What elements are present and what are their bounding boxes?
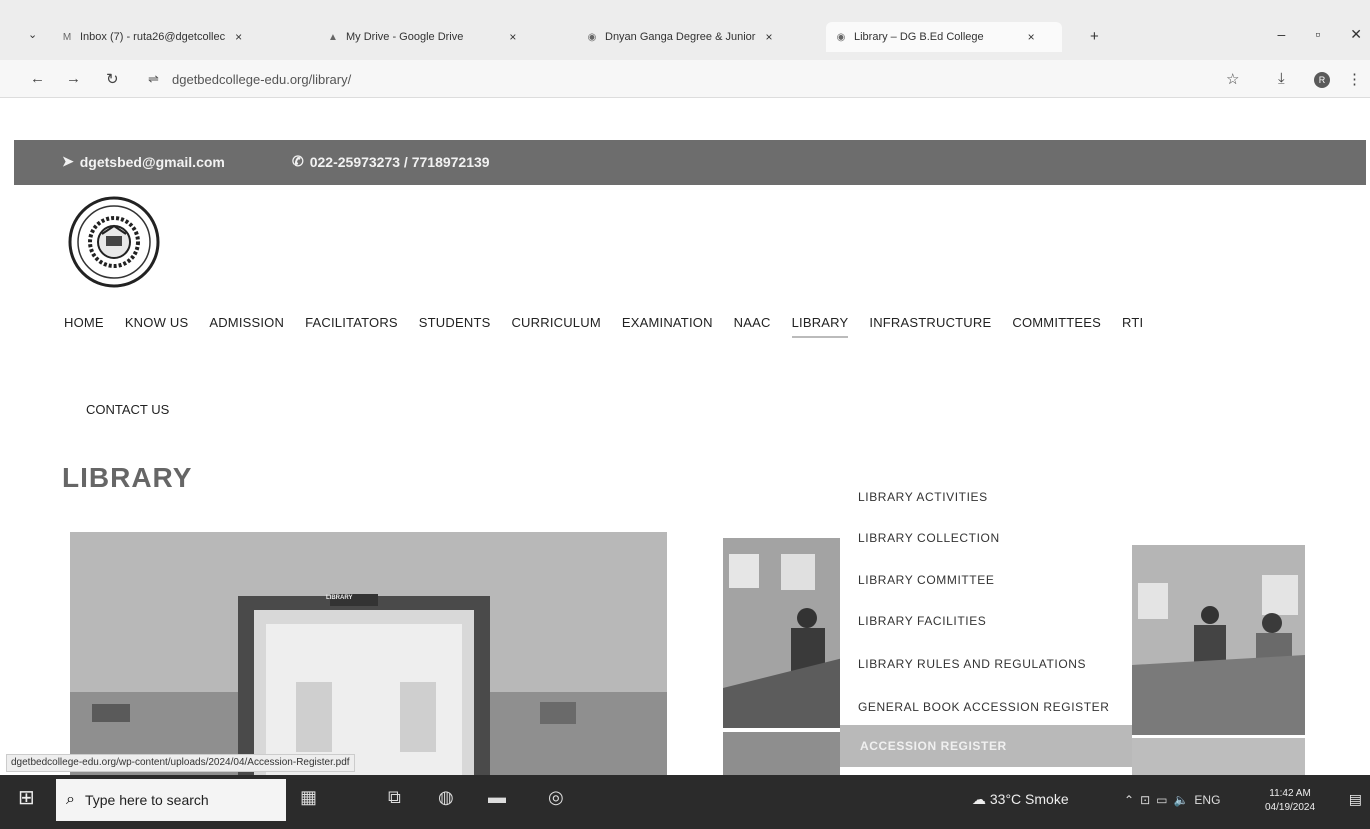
phone-contact[interactable]: ✆ 022-25973273 / 7718972139: [292, 153, 490, 170]
nav-infrastructure[interactable]: INFRASTRUCTURE: [869, 315, 991, 330]
tab-label: Inbox (7) - ruta26@dgetcollec: [80, 31, 226, 43]
tab-gmail[interactable]: M Inbox (7) - ruta26@dgetcollec ×: [60, 22, 242, 52]
search-icon: ⌕: [66, 791, 75, 808]
menu-item-library-facilities[interactable]: LIBRARY FACILITIES: [858, 614, 986, 628]
notification-icon[interactable]: ▤: [1349, 791, 1362, 808]
reload-icon[interactable]: ↻: [106, 70, 119, 88]
library-activity-photo: [723, 538, 843, 728]
back-icon[interactable]: ←: [30, 70, 45, 87]
college-logo[interactable]: [62, 196, 166, 288]
nav-facilitators[interactable]: FACILITATORS: [305, 315, 398, 330]
cloud-icon: ☁: [972, 791, 986, 807]
close-icon[interactable]: ×: [509, 30, 516, 44]
file-explorer-icon[interactable]: ▬: [488, 787, 506, 808]
drive-icon: ▲: [328, 31, 338, 43]
menu-item-general-book-accession-register[interactable]: GENERAL BOOK ACCESSION REGISTER: [858, 700, 1110, 714]
new-tab-button[interactable]: +: [1090, 28, 1099, 45]
close-window-icon[interactable]: ✕: [1350, 26, 1362, 43]
status-bar-url: dgetbedcollege-edu.org/wp-content/upload…: [6, 754, 355, 772]
url-field[interactable]: dgetbedcollege-edu.org/library/: [172, 72, 351, 87]
weather-text: 33°C Smoke: [989, 791, 1069, 807]
language-indicator[interactable]: ENG: [1194, 793, 1220, 807]
news-widget-icon[interactable]: ▦: [300, 787, 317, 808]
nav-examination[interactable]: EXAMINATION: [622, 315, 713, 330]
task-view-icon[interactable]: ⧉: [388, 787, 401, 808]
tab-library[interactable]: ◉ Library – DG B.Ed College ×: [826, 22, 1062, 52]
maximize-icon[interactable]: ▫: [1315, 26, 1320, 43]
menu-item-library-collection[interactable]: LIBRARY COLLECTION: [858, 531, 1000, 545]
taskbar-clock[interactable]: 11:42 AM 04/19/2024: [1265, 787, 1315, 815]
gmail-icon: M: [62, 31, 72, 43]
minimize-icon[interactable]: –: [1278, 26, 1286, 43]
tab-drive[interactable]: ▲ My Drive - Google Drive ×: [326, 22, 516, 52]
library-sign-text: LIBRARY: [326, 595, 353, 601]
browser-tab-strip: ⌄ M Inbox (7) - ruta26@dgetcollec × ▲ My…: [0, 0, 1370, 60]
address-bar: ← → ↻ ⇌ dgetbedcollege-edu.org/library/ …: [0, 60, 1370, 98]
windows-taskbar: ⊞ ⌕ Type here to search ▦ ⧉ ◍ ▬ ◎ ☁ 33°C…: [0, 775, 1370, 829]
close-icon[interactable]: ×: [765, 30, 772, 44]
nav-rti[interactable]: RTI: [1122, 315, 1143, 330]
page-title: LIBRARY: [62, 462, 193, 493]
nav-know-us[interactable]: KNOW US: [125, 315, 189, 330]
close-icon[interactable]: ×: [1028, 30, 1035, 44]
profile-avatar[interactable]: R: [1314, 72, 1330, 88]
contact-strip: ➤ dgetsbed@gmail.com ✆ 022-25973273 / 77…: [14, 140, 1366, 185]
nav-contact-us[interactable]: CONTACT US: [86, 402, 169, 417]
network-icon[interactable]: ⊡: [1140, 793, 1150, 807]
email-text: dgetsbed@gmail.com: [79, 153, 225, 170]
chevron-up-icon[interactable]: ⌃: [1124, 793, 1134, 807]
phone-text: 022-25973273 / 7718972139: [309, 153, 490, 170]
search-placeholder: Type here to search: [84, 792, 209, 808]
nav-committees[interactable]: COMMITTEES: [1012, 315, 1101, 330]
email-contact[interactable]: ➤ dgetsbed@gmail.com: [62, 153, 225, 170]
edge-browser-icon[interactable]: ◍: [438, 787, 454, 808]
forward-icon[interactable]: →: [66, 70, 81, 87]
tab-label: Library – DG B.Ed College: [854, 31, 984, 43]
tab-label: Dnyan Ganga Degree & Junior: [605, 31, 756, 43]
nav-students[interactable]: STUDENTS: [419, 315, 491, 330]
window-controls: – ▫ ✕: [1278, 26, 1363, 43]
nav-library[interactable]: LIBRARY: [791, 315, 849, 338]
menu-item-library-activities[interactable]: LIBRARY ACTIVITIES: [858, 490, 988, 504]
library-activity-photo-4: [1132, 738, 1305, 780]
main-navigation: HOME KNOW US ADMISSION FACILITATORS STUD…: [64, 315, 1164, 338]
chrome-app-icon[interactable]: ◎: [548, 787, 564, 808]
windows-start-icon[interactable]: ⊞: [18, 785, 35, 810]
site-info-icon[interactable]: ⇌: [148, 71, 159, 87]
menu-item-library-committee[interactable]: LIBRARY COMMITTEE: [858, 573, 994, 587]
display-icon[interactable]: ▭: [1156, 793, 1167, 807]
submenu-label: ACCESSION REGISTER: [860, 739, 1007, 753]
send-icon: ➤: [62, 153, 74, 169]
clock-date: 04/19/2024: [1265, 802, 1316, 813]
bookmark-star-icon[interactable]: ☆: [1226, 70, 1239, 88]
menu-dots-icon[interactable]: ⋮: [1347, 70, 1362, 88]
phone-icon: ✆: [292, 153, 304, 169]
submenu-item-accession-register[interactable]: ACCESSION REGISTER: [840, 725, 1132, 767]
close-icon[interactable]: ×: [235, 30, 242, 44]
nav-admission[interactable]: ADMISSION: [209, 315, 284, 330]
download-icon[interactable]: ⤓: [1278, 70, 1285, 87]
library-activity-photo-3: [1132, 545, 1305, 735]
site-icon: ◉: [587, 31, 597, 43]
menu-item-library-rules[interactable]: LIBRARY RULES AND REGULATIONS: [858, 657, 1086, 671]
tab-search-chevron-icon[interactable]: ⌄: [28, 28, 37, 41]
library-activity-photo-2: [723, 732, 843, 780]
volume-icon[interactable]: 🔈: [1173, 793, 1188, 807]
library-dropdown-menu: LIBRARY ACTIVITIES LIBRARY COLLECTION LI…: [840, 478, 1132, 780]
library-entrance-photo: LIBRARY: [70, 532, 667, 780]
system-tray: ⌃ ⊡ ▭ 🔈 ENG: [1124, 793, 1220, 807]
nav-home[interactable]: HOME: [64, 315, 104, 330]
nav-naac[interactable]: NAAC: [734, 315, 771, 330]
tab-label: My Drive - Google Drive: [346, 31, 464, 43]
nav-curriculum[interactable]: CURRICULUM: [511, 315, 600, 330]
tab-dnyan-ganga[interactable]: ◉ Dnyan Ganga Degree & Junior ×: [585, 22, 773, 52]
clock-time: 11:42 AM: [1269, 788, 1311, 799]
site-icon: ◉: [836, 31, 846, 43]
taskbar-search-box[interactable]: ⌕ Type here to search: [56, 779, 286, 821]
weather-widget[interactable]: ☁ 33°C Smoke: [972, 791, 1069, 808]
